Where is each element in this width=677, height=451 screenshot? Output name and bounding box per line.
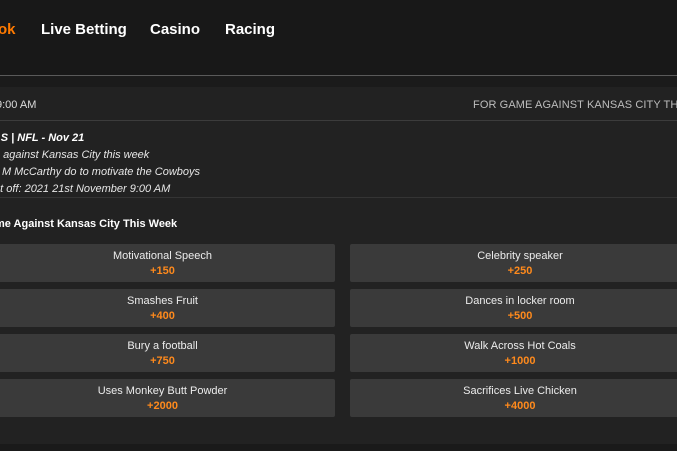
odds-button[interactable]: Dances in locker room +500: [350, 289, 677, 327]
option-price: +2000: [147, 400, 178, 412]
option-label: Celebrity speaker: [477, 250, 563, 262]
option-price: +500: [507, 310, 533, 322]
event-header: 9:00 AM FOR GAME AGAINST KANSAS CITY TH: [0, 87, 677, 121]
league-line: LS | NFL - Nov 21: [0, 132, 85, 144]
nav-sportsbook[interactable]: ok: [0, 21, 16, 38]
event-time: 9:00 AM: [0, 99, 37, 111]
option-label: Motivational Speech: [112, 250, 213, 262]
odds-button[interactable]: Bury a football +750: [0, 334, 335, 372]
odds-button[interactable]: Motivational Speech +150: [0, 244, 335, 282]
footer-bar: [0, 444, 677, 451]
option-price: +400: [150, 310, 175, 322]
odds-button[interactable]: Walk Across Hot Coals +1000: [350, 334, 677, 372]
event-details: LS | NFL - Nov 21 e against Kansas City …: [0, 121, 677, 198]
odds-button[interactable]: Celebrity speaker +250: [350, 244, 677, 282]
option-price: +250: [507, 265, 533, 277]
top-navigation: ok Live Betting Casino Racing: [0, 0, 677, 76]
event-description: e against Kansas City this week: [0, 149, 150, 161]
option-label: Bury a football: [127, 340, 198, 352]
nav-racing[interactable]: Racing: [225, 21, 275, 38]
option-price: +150: [150, 265, 175, 277]
nav-casino[interactable]: Casino: [150, 21, 200, 38]
option-label: Smashes Fruit: [127, 295, 198, 307]
odds-button[interactable]: Uses Monkey Butt Powder +2000: [0, 379, 335, 417]
odds-button[interactable]: Smashes Fruit +400: [0, 289, 335, 327]
option-label: Uses Monkey Butt Powder: [97, 385, 228, 397]
option-label: Walk Across Hot Coals: [464, 340, 576, 352]
option-label: Sacrifices Live Chicken: [463, 385, 577, 397]
market-title: me Against Kansas City This Week: [0, 218, 178, 230]
option-price: +1000: [504, 355, 536, 367]
odds-button[interactable]: Sacrifices Live Chicken +4000: [350, 379, 677, 417]
nav-live-betting[interactable]: Live Betting: [41, 21, 127, 38]
option-price: +750: [150, 355, 175, 367]
option-label: Dances in locker room: [465, 295, 575, 307]
cutoff-time: ut off: 2021 21st November 9:00 AM: [0, 183, 171, 195]
option-price: +4000: [504, 400, 536, 412]
event-question: ll M McCarthy do to motivate the Cowboys: [0, 166, 201, 178]
event-subtitle: FOR GAME AGAINST KANSAS CITY TH: [473, 99, 677, 111]
market-panel: 9:00 AM FOR GAME AGAINST KANSAS CITY TH …: [0, 87, 677, 444]
